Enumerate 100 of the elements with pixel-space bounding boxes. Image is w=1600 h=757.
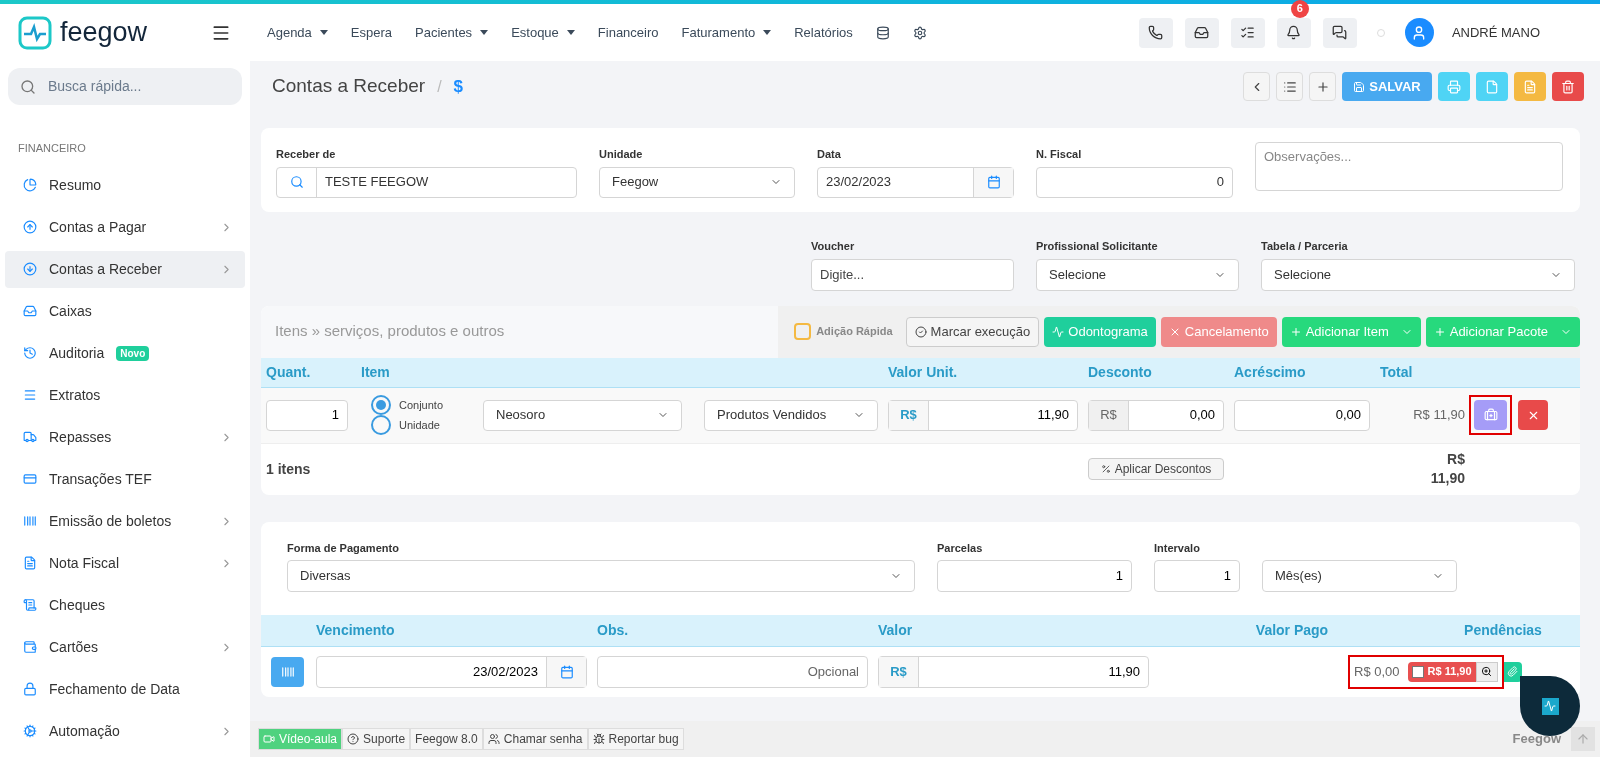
header-icon-button[interactable] [1276, 17, 1311, 48]
sidebar-icon [23, 640, 37, 654]
sidebar-item[interactable]: Fechamento de Data [5, 670, 245, 708]
sidebar-label: Emissão de boletos [49, 511, 172, 531]
sidebar-icon [23, 304, 37, 318]
toolbar-button[interactable] [1552, 72, 1584, 101]
help-icon [347, 733, 360, 745]
header-icon-button[interactable] [1184, 17, 1219, 48]
date-field[interactable]: 23/02/2023 [817, 166, 1014, 198]
field-label: Forma de Pagamento [287, 540, 400, 556]
barcode-icon [280, 664, 295, 679]
sidebar-item[interactable]: Contas a Pagar [5, 208, 245, 246]
percent-icon [1100, 464, 1111, 474]
footer-link[interactable]: Suporte [342, 728, 411, 750]
toolbar-button[interactable] [1438, 72, 1470, 101]
footer-brand: Feegow [1512, 730, 1561, 749]
sidebar-item[interactable]: Auditoria Novo [5, 334, 245, 372]
sidebar-item[interactable]: Contas a Receber [5, 250, 245, 288]
column-header: Vencimento [316, 620, 396, 640]
toolbar-button[interactable] [1514, 72, 1546, 101]
sidebar-item[interactable]: Automação [5, 712, 245, 750]
sidebar-icon [23, 682, 37, 696]
nav-link[interactable]: Estoque [511, 22, 575, 43]
new-badge: Novo [116, 345, 150, 361]
product-select[interactable]: Neosoro [483, 399, 682, 431]
select-field[interactable]: Diversas [287, 560, 915, 592]
sidebar-item[interactable]: Emissão de boletos [5, 502, 245, 540]
zoom-button[interactable] [1475, 661, 1498, 682]
action-button[interactable]: Marcar execução [905, 316, 1040, 347]
sidebar-item[interactable]: Caixas [5, 292, 245, 330]
sidebar-item[interactable]: Repasses [5, 418, 245, 456]
footer-link[interactable]: Reportar bug [587, 728, 684, 750]
footer-link[interactable]: Chamar senha [482, 728, 588, 750]
search-field[interactable]: Busca rápida... [8, 68, 242, 105]
quick-add-checkbox[interactable] [794, 323, 812, 340]
apply-discounts-button[interactable]: Aplicar Descontos [1088, 458, 1224, 480]
nav-link[interactable]: Agenda [267, 22, 328, 43]
paperclip-icon [1507, 666, 1519, 677]
search-icon [20, 78, 36, 95]
due-date-field[interactable]: 23/02/2023 [316, 655, 587, 688]
toolbar-button[interactable] [1309, 72, 1336, 101]
unit-value-field[interactable]: R$ 11,90 [888, 399, 1078, 431]
pending-checkbox[interactable] [1411, 665, 1424, 678]
category-select[interactable]: Produtos Vendidos [704, 399, 878, 431]
paid-amount: R$ 0,00 [1354, 662, 1400, 681]
medical-kit-icon [1483, 408, 1498, 422]
select-field[interactable]: Feegow [599, 166, 795, 198]
interval-unit-select[interactable]: Mês(es) [1262, 560, 1457, 592]
calendar-icon [559, 664, 574, 679]
invoice-field[interactable]: 0 [1036, 166, 1233, 198]
header-icon-button[interactable] [1138, 17, 1173, 48]
field-label: Profissional Solicitante [1036, 239, 1159, 254]
delete-button[interactable] [1518, 400, 1548, 430]
nav-link[interactable]: Pacientes [415, 22, 489, 43]
quantity-field[interactable]: 1 [266, 399, 348, 431]
nav-link[interactable]: Relatórios [794, 22, 853, 43]
nav-link[interactable]: Espera [350, 22, 393, 43]
select-field[interactable]: Selecione [1036, 258, 1239, 291]
barcode-button[interactable] [271, 656, 304, 687]
inbox-icon [1194, 25, 1210, 40]
radio-button[interactable] [371, 395, 391, 415]
sidebar-item[interactable]: Extratos [5, 376, 245, 414]
footer-link[interactable]: Feegow 8.0 [410, 728, 483, 750]
notes-field[interactable]: Observações... [1255, 142, 1563, 191]
nav-link[interactable]: Financeiro [597, 22, 659, 43]
sidebar-icon [23, 178, 37, 192]
save-icon [1353, 80, 1366, 93]
interval-field[interactable]: 1 [1154, 560, 1240, 592]
obs-field[interactable]: Opcional [597, 655, 868, 688]
sidebar-item[interactable]: Cartões [5, 628, 245, 666]
arrow-up-icon [1576, 732, 1590, 746]
user-name[interactable]: ANDRÉ MANO [1451, 22, 1540, 43]
value-field[interactable]: R$ 11,90 [878, 655, 1149, 688]
sidebar-item[interactable]: Nota Fiscal [5, 544, 245, 582]
sidebar-label: Fechamento de Data [49, 679, 180, 699]
settings-icon[interactable] [912, 25, 927, 40]
user-avatar[interactable] [1404, 18, 1434, 47]
search-icon [289, 175, 304, 189]
patient-field[interactable]: TESTE FEEGOW [276, 166, 577, 198]
toolbar-button[interactable] [1276, 72, 1303, 101]
sidebar-item[interactable]: Cheques [5, 586, 245, 624]
header-icon-button[interactable] [1230, 17, 1265, 48]
addition-field[interactable]: 0,00 [1234, 399, 1370, 431]
sidebar-item[interactable]: Transações TEF [5, 460, 245, 498]
sidebar-icon [23, 346, 37, 360]
brand-name: feegow [60, 19, 148, 46]
select-field[interactable]: Selecione [1261, 258, 1575, 291]
document-icon [1523, 79, 1537, 94]
sidebar-label: Repasses [49, 427, 112, 447]
database-icon[interactable] [875, 25, 890, 40]
discount-field[interactable]: R$ 0,00 [1088, 399, 1224, 431]
sidebar-icon [23, 388, 37, 402]
pulse-icon [1544, 700, 1556, 712]
radio-button[interactable] [371, 415, 391, 435]
sidebar-item[interactable]: Resumo [5, 166, 245, 204]
column-header: Pendências [1463, 620, 1543, 640]
nav-link[interactable]: Faturamento [681, 22, 772, 43]
voucher-field[interactable]: Digite... [811, 258, 1014, 291]
header-icon-button[interactable] [1322, 17, 1357, 48]
installments-field[interactable]: 1 [937, 560, 1132, 592]
